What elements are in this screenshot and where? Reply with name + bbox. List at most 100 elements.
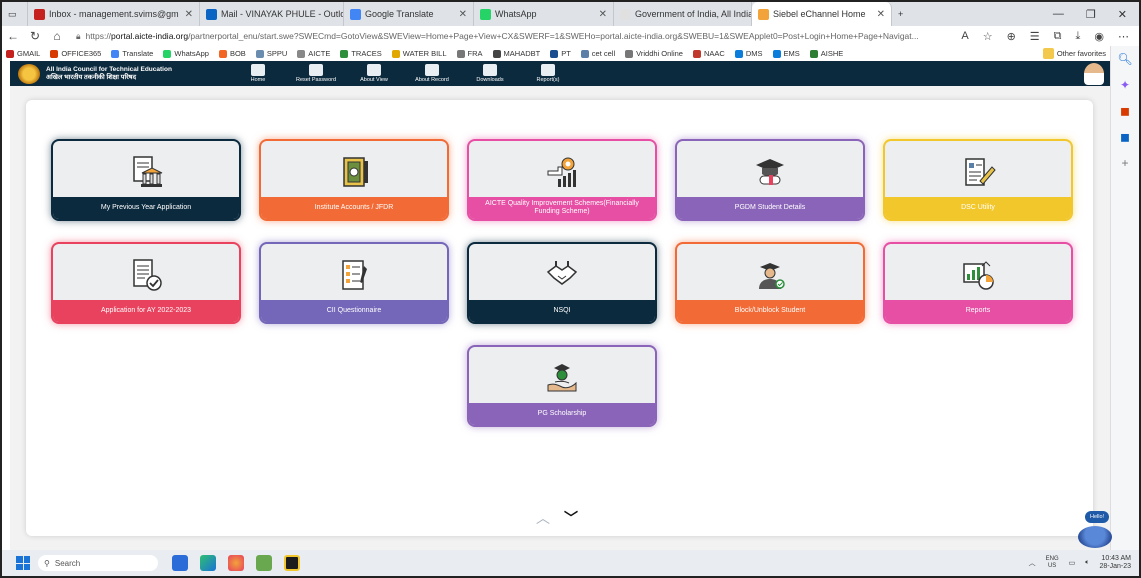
card-previous-year-application[interactable]: My Previous Year Application bbox=[53, 141, 239, 219]
close-icon[interactable]: ✕ bbox=[459, 9, 467, 20]
tab-gmail[interactable]: Inbox - management.svims@gm ✕ bbox=[28, 2, 200, 26]
dms-icon bbox=[734, 49, 743, 58]
windows-start-icon[interactable] bbox=[16, 556, 30, 570]
user-avatar[interactable] bbox=[1084, 62, 1104, 85]
refresh-icon[interactable]: ↻ bbox=[24, 29, 46, 43]
bookmark-vriddhi[interactable]: Vriddhi Online bbox=[625, 49, 683, 58]
close-icon[interactable]: ✕ bbox=[877, 9, 885, 20]
search-icon[interactable]: 🔍︎ bbox=[1117, 52, 1132, 66]
close-icon[interactable]: ✕ bbox=[185, 9, 193, 20]
office-icon[interactable]: ◼ bbox=[1120, 104, 1130, 118]
org-name-english: All India Council for Technical Educatio… bbox=[46, 65, 172, 73]
bookmark-whatsapp[interactable]: WhatsApp bbox=[163, 49, 209, 58]
tab-label: WhatsApp bbox=[495, 9, 537, 19]
bookmark-aishe[interactable]: AISHE bbox=[809, 49, 843, 58]
card-block-unblock-student[interactable]: Block/Unblock Student bbox=[677, 244, 863, 322]
search-icon: ⚲ bbox=[44, 558, 50, 568]
whatsapp-icon bbox=[163, 49, 172, 58]
traces-icon bbox=[340, 49, 349, 58]
nav-about-view[interactable]: About View bbox=[352, 64, 396, 83]
copilot-icon[interactable]: ✦ bbox=[1120, 78, 1130, 92]
card-label: NSQI bbox=[469, 300, 655, 322]
bookmark-naac[interactable]: NAAC bbox=[692, 49, 725, 58]
bookmark-sppu[interactable]: SPPU bbox=[255, 49, 287, 58]
taskbar-search[interactable]: ⚲ Search bbox=[38, 555, 158, 571]
language-indicator[interactable]: ENG US bbox=[1046, 556, 1059, 570]
card-aicte-quality-improvement[interactable]: AICTE Quality Improvement Schemes(Financ… bbox=[469, 141, 655, 219]
favorites-icon[interactable]: ☰ bbox=[1030, 30, 1040, 43]
sticky-notes-icon[interactable] bbox=[284, 555, 300, 571]
bookmark-pt[interactable]: PT bbox=[550, 49, 571, 58]
tab-outlook[interactable]: Mail - VINAYAK PHULE - Outlook ✕ bbox=[200, 2, 344, 26]
display-icon[interactable]: ▭ bbox=[1069, 559, 1076, 567]
tab-government-india[interactable]: Government of India, All India C ✕ bbox=[614, 2, 752, 26]
add-icon[interactable]: + bbox=[1121, 156, 1128, 170]
bookmark-dms[interactable]: DMS bbox=[734, 49, 763, 58]
bookmark-aicte[interactable]: AICTE bbox=[297, 49, 330, 58]
card-pgdm-student-details[interactable]: PGDM Student Details bbox=[677, 141, 863, 219]
card-nsqi[interactable]: NSQI bbox=[469, 244, 655, 322]
tab-actions-button[interactable]: ▭ bbox=[2, 2, 28, 26]
region-code: US bbox=[1047, 563, 1057, 569]
close-window-icon[interactable]: ✕ bbox=[1118, 8, 1127, 21]
favorite-star-icon[interactable]: ☆ bbox=[983, 30, 993, 43]
back-icon[interactable]: ← bbox=[2, 29, 24, 43]
more-icon[interactable]: ⋯ bbox=[1118, 30, 1129, 43]
tab-google-translate[interactable]: Google Translate ✕ bbox=[344, 2, 474, 26]
bookmark-fra[interactable]: FRA bbox=[456, 49, 483, 58]
bookmark-ems[interactable]: EMS bbox=[772, 49, 800, 58]
photos-icon[interactable] bbox=[256, 555, 272, 571]
restore-icon[interactable]: ❐ bbox=[1086, 8, 1096, 21]
nav-reports[interactable]: Report(s) bbox=[526, 64, 570, 83]
downloads-icon[interactable]: ⤓ bbox=[1076, 30, 1081, 43]
minimize-icon[interactable]: — bbox=[1053, 8, 1064, 21]
chevron-down-icon[interactable]: ﹀ bbox=[564, 508, 578, 528]
bookmark-label: PT bbox=[561, 49, 571, 58]
card-label: Block/Unblock Student bbox=[677, 300, 863, 322]
card-pg-scholarship[interactable]: PG Scholarship bbox=[469, 347, 655, 425]
tab-siebel-echannel[interactable]: Siebel eChannel Home ✕ bbox=[752, 2, 892, 26]
bookmark-label: NAAC bbox=[703, 49, 725, 58]
close-icon[interactable]: ✕ bbox=[599, 9, 607, 20]
edge-icon[interactable] bbox=[200, 555, 216, 571]
card-label: CII Questionnaire bbox=[261, 300, 447, 322]
card-institute-accounts[interactable]: Institute Accounts / JFDR bbox=[261, 141, 447, 219]
bookmark-water-bill[interactable]: WATER BILL bbox=[391, 49, 447, 58]
bookmark-gmail[interactable]: GMAIL bbox=[6, 49, 40, 58]
file-explorer-icon[interactable] bbox=[172, 555, 188, 571]
bookmark-bob[interactable]: BOB bbox=[218, 49, 246, 58]
nav-home[interactable]: Home bbox=[236, 64, 280, 83]
bookmark-cet-cell[interactable]: cet cell bbox=[580, 49, 615, 58]
url-domain: portal.aicte-india.org bbox=[111, 31, 189, 41]
outlook-icon[interactable]: ◼ bbox=[1120, 130, 1130, 144]
funding-growth-icon bbox=[547, 157, 576, 187]
collections-icon[interactable]: ⧉ bbox=[1054, 30, 1062, 43]
other-favorites[interactable]: Other favorites bbox=[1042, 48, 1110, 59]
read-aloud-icon[interactable]: A bbox=[961, 30, 968, 43]
nav-downloads[interactable]: Downloads bbox=[468, 64, 512, 83]
bookmark-traces[interactable]: TRACES bbox=[340, 49, 382, 58]
extensions-icon[interactable]: ⊕ bbox=[1007, 30, 1016, 43]
bookmark-office365[interactable]: OFFICE365 bbox=[50, 49, 101, 58]
office-icon bbox=[50, 49, 59, 58]
chatbot-icon[interactable] bbox=[1078, 526, 1112, 548]
url-field[interactable]: 🔒︎ https://portal.aicte-india.org/partne… bbox=[68, 28, 951, 44]
chevron-up-icon[interactable]: ︿ bbox=[1029, 558, 1036, 568]
bookmark-translate[interactable]: Translate bbox=[111, 49, 153, 58]
tab-whatsapp[interactable]: WhatsApp ✕ bbox=[474, 2, 614, 26]
new-tab-button[interactable]: + bbox=[892, 2, 914, 26]
chevron-up-icon[interactable]: ︿ bbox=[536, 508, 550, 528]
tab-label: Google Translate bbox=[365, 9, 434, 19]
chrome-icon[interactable] bbox=[228, 555, 244, 571]
volume-icon[interactable]: 🔈︎ bbox=[1085, 559, 1089, 567]
profile-icon[interactable]: ◉ bbox=[1094, 30, 1104, 43]
card-reports[interactable]: Reports bbox=[885, 244, 1071, 322]
clock[interactable]: 10:43 AM 28-Jan-23 bbox=[1099, 555, 1131, 571]
card-cii-questionnaire[interactable]: CII Questionnaire bbox=[261, 244, 447, 322]
card-dsc-utility[interactable]: DSC Utility bbox=[885, 141, 1071, 219]
nav-about-record[interactable]: About Record bbox=[410, 64, 454, 83]
bookmark-mahadbt[interactable]: MAHADBT bbox=[492, 49, 540, 58]
nav-reset-password[interactable]: Reset Password bbox=[294, 64, 338, 83]
home-icon[interactable]: ⌂ bbox=[46, 29, 68, 43]
card-application-ay-2022-2023[interactable]: Application for AY 2022-2023 bbox=[53, 244, 239, 322]
